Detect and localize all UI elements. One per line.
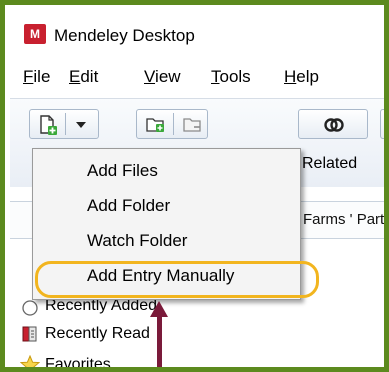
menu-edit[interactable]: Edit <box>69 67 98 87</box>
menu-item-add-files[interactable]: Add Files <box>87 161 158 181</box>
book-icon <box>22 326 37 342</box>
related-label: Related <box>302 155 358 172</box>
menu-file[interactable]: File <box>23 67 50 87</box>
split-divider <box>173 113 174 135</box>
add-folder-icon <box>146 118 164 132</box>
related-button[interactable] <box>298 109 368 139</box>
title-bar: M Mendeley Desktop <box>10 17 380 53</box>
mendeley-logo-icon: M <box>24 24 46 44</box>
toolbar-button-partial[interactable] <box>380 109 384 139</box>
add-files-button[interactable] <box>29 109 99 139</box>
menu-help[interactable]: Help <box>284 67 319 87</box>
sidebar-item-recently-read[interactable]: Recently Read <box>45 325 150 343</box>
star-icon <box>20 355 40 367</box>
screenshot-frame: M Mendeley Desktop File Edit View Tools … <box>0 0 389 372</box>
menu-tools[interactable]: Tools <box>211 67 251 87</box>
new-folder-button[interactable] <box>136 109 208 139</box>
related-rings-icon <box>324 118 344 132</box>
split-divider <box>65 113 66 135</box>
menu-item-add-folder[interactable]: Add Folder <box>87 196 170 216</box>
menu-view[interactable]: View <box>144 67 181 87</box>
clock-icon <box>22 300 38 316</box>
remove-folder-icon <box>183 118 201 132</box>
add-document-icon <box>40 115 57 135</box>
sidebar-item-favorites[interactable]: Favorites <box>45 356 111 367</box>
annotation-arrow <box>157 313 162 367</box>
window-title: Mendeley Desktop <box>54 26 195 45</box>
chevron-down-icon[interactable] <box>75 121 87 129</box>
menu-item-watch-folder[interactable]: Watch Folder <box>87 231 187 251</box>
menu-bar: File Edit View Tools Help <box>10 63 380 93</box>
highlight-ring <box>35 261 319 298</box>
column-text: Farms ' Part <box>303 211 385 228</box>
